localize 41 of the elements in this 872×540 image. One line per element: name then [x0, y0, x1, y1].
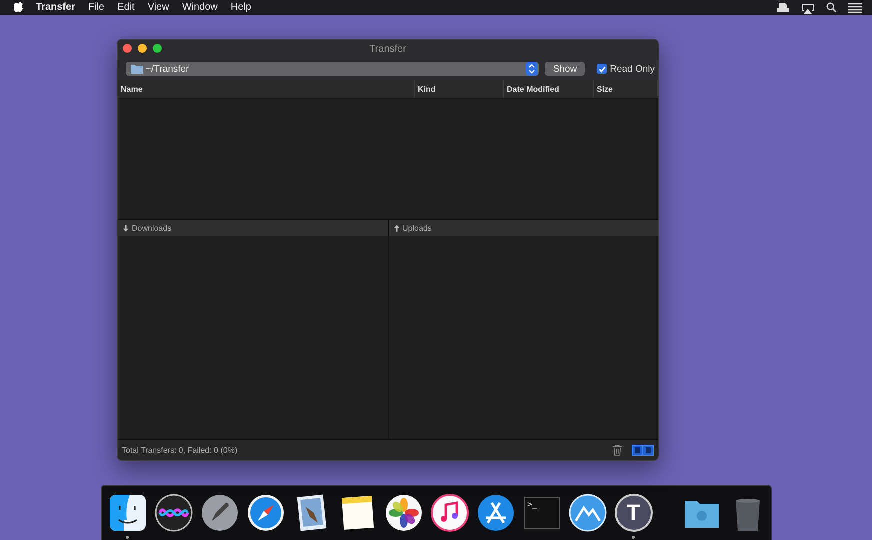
status-text: Total Transfers: 0, Failed: 0 (0%)	[122, 446, 238, 454]
photos-app-icon[interactable]	[384, 493, 424, 533]
app-menu[interactable]: Transfer	[36, 2, 76, 13]
safari-app-icon[interactable]	[246, 493, 286, 533]
read-only-checkbox[interactable]	[597, 64, 608, 74]
up-arrow-icon	[394, 224, 400, 232]
appstore-app-icon[interactable]	[476, 493, 516, 533]
pane-title: Downloads	[132, 224, 172, 232]
siri-app-icon[interactable]	[154, 493, 194, 533]
menu-item[interactable]: Help	[230, 2, 252, 13]
printer-icon[interactable]	[776, 2, 790, 14]
window-title: Transfer	[370, 44, 406, 54]
music-app-icon[interactable]	[430, 493, 470, 533]
folder-icon	[131, 64, 143, 74]
column-header[interactable]: Name	[118, 80, 415, 98]
show-button[interactable]: Show	[545, 62, 586, 76]
menu-item[interactable]: File	[88, 2, 105, 13]
minimize-button[interactable]	[138, 44, 147, 53]
transfer-app-icon[interactable]: T	[614, 494, 652, 532]
menu-item[interactable]: Window	[182, 2, 218, 13]
zoom-button[interactable]	[153, 44, 162, 53]
search-icon[interactable]	[826, 2, 837, 13]
terminal-app-icon[interactable]: >_	[524, 497, 560, 529]
close-button[interactable]	[123, 44, 132, 53]
column-header[interactable]: Size	[594, 80, 658, 98]
menu-item[interactable]: Edit	[118, 2, 135, 13]
dropdown-arrows-icon	[526, 62, 538, 76]
column-header[interactable]: Kind	[415, 80, 504, 98]
path-dropdown[interactable]: ~/Transfer	[126, 62, 540, 76]
pane-title: Uploads	[402, 224, 432, 232]
read-only-label: Read Only	[610, 64, 655, 74]
mountains-app-icon[interactable]	[568, 493, 608, 533]
menu-item[interactable]: View	[148, 2, 170, 13]
apple-logo-icon[interactable]	[14, 2, 24, 14]
down-arrow-icon	[123, 224, 129, 232]
column-header[interactable]: Date Modified	[504, 80, 594, 98]
menu-icon[interactable]	[848, 2, 862, 12]
split-view-icon[interactable]	[632, 444, 654, 456]
airplay-icon[interactable]	[801, 2, 815, 14]
trash-icon[interactable]	[613, 444, 622, 456]
finder-app-icon[interactable]	[108, 493, 148, 533]
